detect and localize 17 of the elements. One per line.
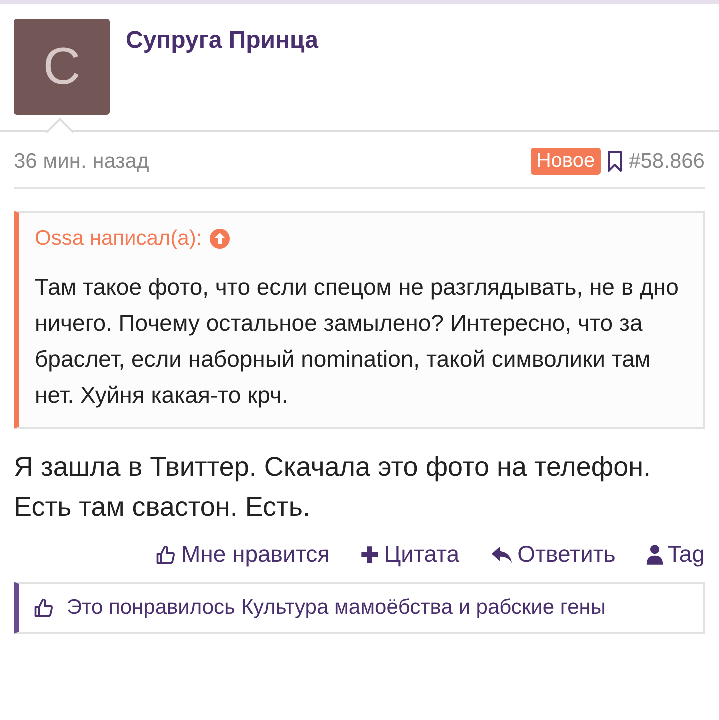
person-icon [646,544,664,566]
thumbs-up-icon [155,544,178,566]
action-link[interactable]: Tag [646,541,705,568]
action-link[interactable]: Мне нравится [155,541,330,568]
thumbs-up-icon [33,597,55,619]
author-link[interactable]: Супруга Принца [126,27,318,115]
plus-icon [360,544,380,564]
avatar[interactable]: С [14,19,110,115]
new-badge: Новое [530,148,602,175]
quote-text: Там такое фото, что если спецом не разглядывать, не в дно ничего. Почему остальное замылено? Интересно, что за браслет, если наборный nomination, такой символики там нет. Хуйня какая-то крч. [35,273,680,410]
likes-text: Это понравилось Культура мамоёбства и рабские гены [67,596,606,620]
post-number[interactable]: #58.866 [629,150,705,174]
action-link[interactable]: Ответить [490,541,616,568]
bookmark-icon[interactable] [607,150,624,172]
post-text: Я зашла в Твиттер. Скачала это фото на телефон. Есть там свастон. Есть. [14,451,652,524]
post-time[interactable]: 36 мин. назад [14,150,150,174]
action-link[interactable]: Цитата [360,541,460,568]
